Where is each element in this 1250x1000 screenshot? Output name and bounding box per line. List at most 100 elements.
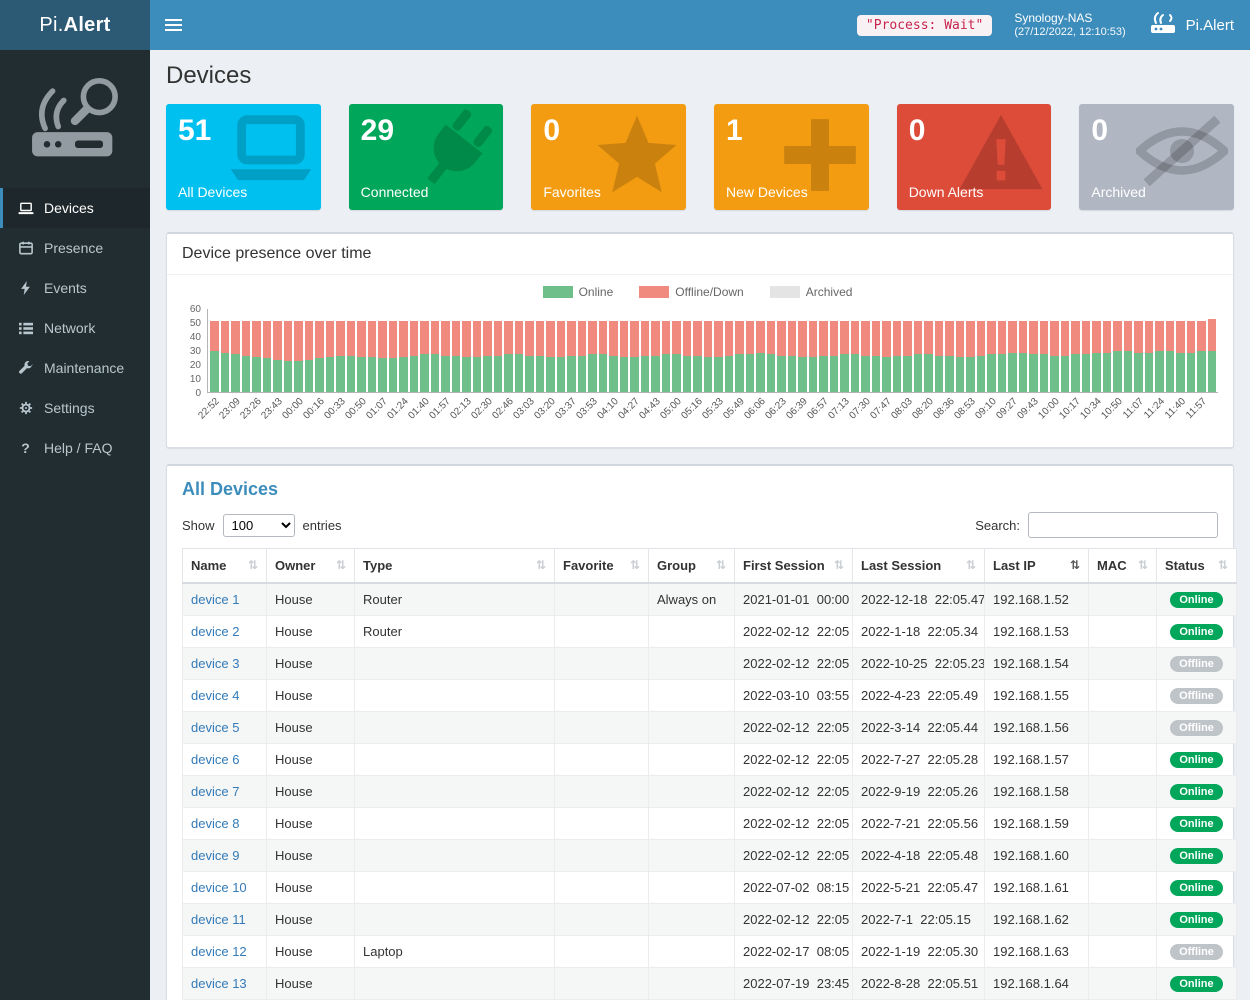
cell-last_session: 2022-1-18 22:05.34 <box>853 616 985 648</box>
legend-label: Online <box>579 285 614 299</box>
legend-item-offline[interactable]: Offline/Down <box>639 285 743 299</box>
cell-last_ip: 192.168.1.61 <box>985 872 1089 904</box>
cell-status: Offline <box>1157 648 1237 680</box>
cell-name: device 10 <box>183 872 267 904</box>
chart-bar <box>525 321 534 392</box>
cell-type: Router <box>355 616 555 648</box>
y-axis-tick: 20 <box>190 360 201 371</box>
chart-bar <box>315 321 324 392</box>
network-list-icon <box>17 322 34 335</box>
device-link[interactable]: device 11 <box>191 912 246 927</box>
device-link[interactable]: device 6 <box>191 752 239 767</box>
brand-prefix: Pi. <box>39 14 63 37</box>
chart-bar <box>945 321 954 392</box>
device-link[interactable]: device 7 <box>191 784 239 799</box>
column-header-status[interactable]: Status⇅ <box>1157 549 1237 584</box>
y-axis-tick: 60 <box>190 304 201 315</box>
chart-bar <box>1145 321 1154 392</box>
page-length-select[interactable]: 100 <box>223 514 295 537</box>
sidebar-item-presence[interactable]: Presence <box>0 228 150 268</box>
cell-mac <box>1089 776 1157 808</box>
device-link[interactable]: device 13 <box>191 976 247 991</box>
cell-mac <box>1089 744 1157 776</box>
sidebar-item-events[interactable]: Events <box>0 268 150 308</box>
sidebar-toggle-icon[interactable] <box>150 0 196 50</box>
cell-last_session: 2022-7-1 22:05.15 <box>853 904 985 936</box>
column-header-name[interactable]: Name⇅ <box>183 549 267 584</box>
app-header-link[interactable]: Pi.Alert <box>1148 11 1234 39</box>
chart-bar <box>420 321 429 392</box>
device-link[interactable]: device 1 <box>191 592 239 607</box>
sidebar-item-maintenance[interactable]: Maintenance <box>0 348 150 388</box>
summary-box-down-alerts[interactable]: 0 Down Alerts <box>897 104 1052 210</box>
legend-item-archived[interactable]: Archived <box>770 285 853 299</box>
cell-last_ip: 192.168.1.58 <box>985 776 1089 808</box>
chart-bar <box>1029 321 1038 392</box>
brand-logo[interactable]: Pi.Alert <box>0 0 150 50</box>
search-label: Search: <box>975 518 1020 533</box>
sidebar-item-help[interactable]: ? Help / FAQ <box>0 428 150 468</box>
column-header-favorite[interactable]: Favorite⇅ <box>555 549 649 584</box>
chart-xlabels: 22:5223:0923:2623:4300:0000:1600:3300:50… <box>208 393 1218 441</box>
chart-bar <box>861 321 870 392</box>
device-link[interactable]: device 10 <box>191 880 247 895</box>
column-header-last-session[interactable]: Last Session⇅ <box>853 549 985 584</box>
question-icon: ? <box>17 440 34 456</box>
column-header-owner[interactable]: Owner⇅ <box>267 549 355 584</box>
sidebar-item-label: Maintenance <box>44 360 124 376</box>
app-name: Pi.Alert <box>1186 17 1234 34</box>
summary-box-all-devices[interactable]: 51 All Devices <box>166 104 321 210</box>
chart-legend: Online Offline/Down Archived <box>177 285 1218 299</box>
device-link[interactable]: device 12 <box>191 944 247 959</box>
cell-type <box>355 968 555 1000</box>
device-link[interactable]: device 9 <box>191 848 239 863</box>
summary-box-new-devices[interactable]: 1 New Devices <box>714 104 869 210</box>
search-input[interactable] <box>1028 512 1218 538</box>
chart-bar <box>1134 321 1143 392</box>
table-row: device 11House2022-02-12 22:052022-7-1 2… <box>183 904 1237 936</box>
chart-bar <box>641 321 650 392</box>
column-header-mac[interactable]: MAC⇅ <box>1089 549 1157 584</box>
summary-box-favorites[interactable]: 0 Favorites <box>531 104 686 210</box>
main-content: Devices 51 All Devices 29 Connected 0 Fa… <box>150 50 1250 1000</box>
chart-bar <box>357 321 366 392</box>
column-header-group[interactable]: Group⇅ <box>649 549 735 584</box>
chart-bar <box>704 321 713 392</box>
top-navbar: Pi.Alert "Process: Wait" Synology-NAS (2… <box>0 0 1250 50</box>
sidebar-item-devices[interactable]: Devices <box>0 188 150 228</box>
device-link[interactable]: device 4 <box>191 688 239 703</box>
wrench-icon <box>17 361 34 375</box>
cell-last_session: 2022-5-21 22:05.47 <box>853 872 985 904</box>
table-row: device 12HouseLaptop2022-02-17 08:052022… <box>183 936 1237 968</box>
summary-label: Down Alerts <box>909 184 984 200</box>
cell-mac <box>1089 680 1157 712</box>
device-link[interactable]: device 5 <box>191 720 239 735</box>
sidebar-item-network[interactable]: Network <box>0 308 150 348</box>
cell-status: Online <box>1157 968 1237 1000</box>
legend-item-online[interactable]: Online <box>543 285 614 299</box>
chart-bar <box>546 321 555 392</box>
cell-group <box>649 872 735 904</box>
column-header-last-ip[interactable]: Last IP⇅ <box>985 549 1089 584</box>
cell-first_session: 2022-07-19 23:45 <box>735 968 853 1000</box>
cell-owner: House <box>267 680 355 712</box>
cell-favorite <box>555 712 649 744</box>
status-badge: Online <box>1170 880 1222 896</box>
cell-first_session: 2022-02-12 22:05 <box>735 712 853 744</box>
chart-bar <box>893 321 902 392</box>
cell-type: Laptop <box>355 936 555 968</box>
summary-box-connected[interactable]: 29 Connected <box>349 104 504 210</box>
device-link[interactable]: device 8 <box>191 816 239 831</box>
chart-bar <box>777 321 786 392</box>
device-link[interactable]: device 3 <box>191 656 239 671</box>
status-badge: Online <box>1170 592 1222 608</box>
sidebar-item-settings[interactable]: Settings <box>0 388 150 428</box>
cell-last_session: 2022-3-14 22:05.44 <box>853 712 985 744</box>
column-header-type[interactable]: Type⇅ <box>355 549 555 584</box>
summary-box-archived[interactable]: 0 Archived <box>1079 104 1234 210</box>
column-header-first-session[interactable]: First Session⇅ <box>735 549 853 584</box>
cell-status: Online <box>1157 776 1237 808</box>
cell-type <box>355 776 555 808</box>
table-row: device 8House2022-02-12 22:052022-7-21 2… <box>183 808 1237 840</box>
device-link[interactable]: device 2 <box>191 624 239 639</box>
